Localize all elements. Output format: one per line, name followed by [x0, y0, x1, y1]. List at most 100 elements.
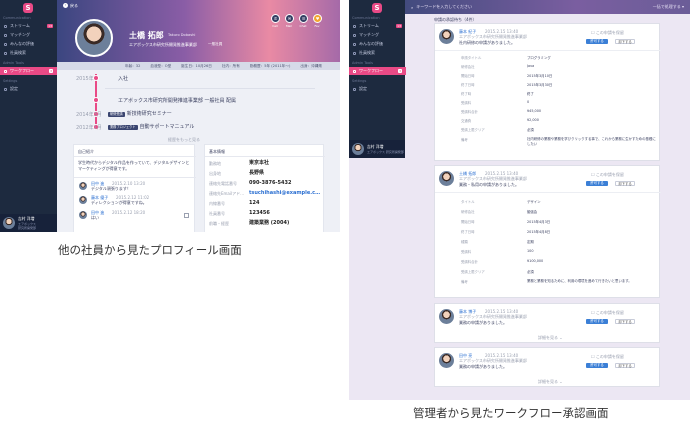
info-value: 090-3876-5432 — [249, 180, 292, 186]
user-company: エアボックス 研究所開発部 — [367, 150, 404, 154]
request-message: 業務・私用の申請がありました。 — [459, 182, 519, 187]
sidebar-item-evaluation[interactable]: みんなの評価 — [0, 40, 57, 48]
bulk-process-dropdown[interactable]: 一括で処理する ▾ — [653, 4, 684, 10]
user-department: 研究所開発部 — [18, 226, 37, 230]
edit-icon[interactable] — [184, 213, 189, 218]
fav-label: Fav — [314, 24, 320, 28]
fav-button[interactable]: ♥ — [313, 14, 322, 23]
timeline-more-link[interactable]: 経歴をもっと見る — [168, 137, 200, 142]
timeline-entry: 研修受講 新技術研究セミナー — [108, 111, 172, 117]
info-label: 連絡先電話番号 — [209, 181, 237, 186]
call-button[interactable]: ✆ — [271, 14, 280, 23]
workflow-icon — [4, 69, 7, 73]
profile-company: エアボックス市研究所開発推進事業部 — [129, 42, 197, 47]
stream-icon — [4, 24, 7, 28]
timeline-entry: 業務プロジェクト 自動サポートマニュアル — [108, 124, 195, 130]
request-field: 受講料 100 — [461, 249, 534, 254]
profile-topbar: ‹ 戻る — [57, 0, 340, 11]
comment-avatar — [79, 211, 87, 219]
sidebar-item-matching[interactable]: マッチング — [0, 31, 57, 39]
intro-title: 自己紹介 — [78, 149, 94, 154]
avatar — [352, 143, 364, 155]
info-label: 出身地 — [209, 171, 221, 176]
request-card: 土橋 拓郎 2015.2.15 13:40 エアボックス市研究所開発推進事業部 … — [434, 165, 661, 298]
request-field: 開始日時 2015年3月10日 — [461, 74, 553, 78]
sidebar-section-communication: Communication — [3, 16, 31, 20]
comment-avatar — [79, 182, 87, 190]
matching-icon — [4, 33, 7, 37]
reject-button[interactable]: 却下する — [615, 319, 635, 324]
request-field: 受講上限クリア 必須 — [461, 128, 534, 132]
request-field: 備考 業務と業務を知るために、利用の環境を進めて行きたいと思います。 — [461, 279, 632, 284]
profile-name: 土橋 拓郎 — [129, 31, 164, 40]
search-input[interactable]: キーワードを入力してください — [416, 4, 472, 10]
sidebar: S Communication ストリーム 13 マッチング みんなの評価 社員検… — [0, 0, 57, 232]
detail-link[interactable]: 詳細を見る ⌄ — [538, 335, 563, 340]
sidebar-badge: 13 — [47, 24, 53, 28]
reject-button[interactable]: 却下する — [615, 181, 635, 186]
profile-screenshot: S Communication ストリーム 13 マッチング みんなの評価 社員検… — [0, 0, 340, 232]
info-value: 東京本社 — [249, 160, 270, 166]
matching-icon — [353, 33, 356, 37]
position-badge: 一般社員 — [208, 42, 223, 46]
basic-info-card: 基本情報 勤務地 東京本社 出身地 長野県 連絡先電話番号 090-3876-5… — [204, 144, 325, 232]
sidebar-user[interactable]: 吉村 洋増 エアボックス 研究所開発部 — [349, 140, 405, 158]
request-field: 受講料合計 ¥45,000 — [461, 109, 542, 114]
sidebar-user[interactable]: 吉村 洋増 エアボックス 研究所開発部 — [0, 214, 57, 232]
chevron-down-icon: ▾ — [681, 4, 684, 9]
approve-button[interactable]: 許可する — [586, 319, 608, 324]
chat-label: Chat — [299, 24, 307, 28]
request-field: 終了時 終了 — [461, 92, 534, 96]
request-field: タイトル デザイン — [461, 200, 541, 204]
skip-checkbox[interactable]: ☐ この申請を保留 — [591, 310, 624, 315]
back-label[interactable]: 戻る — [70, 3, 78, 9]
sidebar-item-settings[interactable]: 設定 — [349, 85, 406, 93]
detail-link[interactable]: 詳細を見る ⌄ — [538, 379, 563, 384]
stream-icon — [353, 24, 356, 28]
mail-button[interactable]: ✉ — [285, 14, 294, 23]
intro-card: 自己紹介 学生時代からデジタル作品を作っていて、デジタルデザインとマーケティング… — [73, 144, 196, 232]
requester-avatar — [439, 353, 454, 368]
request-field: 研修会社 Java — [461, 64, 535, 69]
workflow-icon — [353, 69, 356, 73]
requester-avatar — [439, 171, 454, 186]
skip-checkbox[interactable]: ☐ この申請を保留 — [591, 30, 624, 35]
request-message: 業務の申請がありました。 — [459, 364, 507, 369]
approve-button[interactable]: 許可する — [586, 181, 608, 186]
back-arrow-icon[interactable]: ‹ — [63, 3, 68, 8]
gear-icon — [4, 87, 7, 91]
approve-button[interactable]: 許可する — [586, 363, 608, 368]
sidebar-item-employee-search[interactable]: 社員検索 — [349, 49, 406, 57]
comment-date: 2015.2.12 18:20 — [112, 210, 146, 215]
stat-birthday: 誕生日：10月26日 — [181, 63, 212, 68]
avatar — [3, 217, 15, 229]
sidebar-item-employee-search[interactable]: 社員検索 — [0, 49, 57, 57]
timeline-dot — [93, 97, 99, 103]
intro-text: 学生時代からデジタル作品を作っていて、デジタルデザインとマーケティングが得意です… — [78, 160, 190, 171]
sidebar-badge: 3 — [398, 69, 402, 73]
stat-age: 年齢：32 — [125, 63, 141, 68]
info-label: 前職・経歴 — [209, 221, 229, 226]
sidebar-item-evaluation[interactable]: みんなの評価 — [349, 40, 406, 48]
email-link[interactable]: tsuchihashi@example.com — [249, 190, 321, 196]
search-icon — [353, 51, 356, 55]
sidebar-item-matching[interactable]: マッチング — [349, 31, 406, 39]
skip-checkbox[interactable]: ☐ この申請を保留 — [591, 172, 624, 177]
approve-button[interactable]: 許可する — [586, 39, 608, 44]
reject-button[interactable]: 却下する — [615, 363, 635, 368]
skip-checkbox[interactable]: ☐ この申請を保留 — [591, 354, 624, 359]
comment-text: はい — [91, 215, 99, 220]
sidebar-item-workflow[interactable]: ワークフロー 3 — [0, 67, 57, 75]
sidebar-badge: 13 — [396, 24, 402, 28]
sidebar-item-workflow[interactable]: ワークフロー 3 — [349, 67, 406, 75]
request-message: 社内研修の申請がありました。 — [459, 40, 515, 45]
stat-blood: 血液型：O型 — [150, 63, 172, 68]
reject-button[interactable]: 却下する — [615, 39, 635, 44]
request-field: 受講料 0 — [461, 100, 530, 105]
chat-button[interactable]: ☰ — [299, 14, 308, 23]
sidebar-item-stream[interactable]: ストリーム 13 — [349, 22, 406, 30]
sidebar-item-settings[interactable]: 設定 — [0, 85, 57, 93]
sidebar-item-stream[interactable]: ストリーム 13 — [0, 22, 57, 30]
caption-left: 他の社員から見たプロフィール画面 — [58, 243, 242, 257]
request-field: 研修会社 勉強会 — [461, 210, 538, 214]
